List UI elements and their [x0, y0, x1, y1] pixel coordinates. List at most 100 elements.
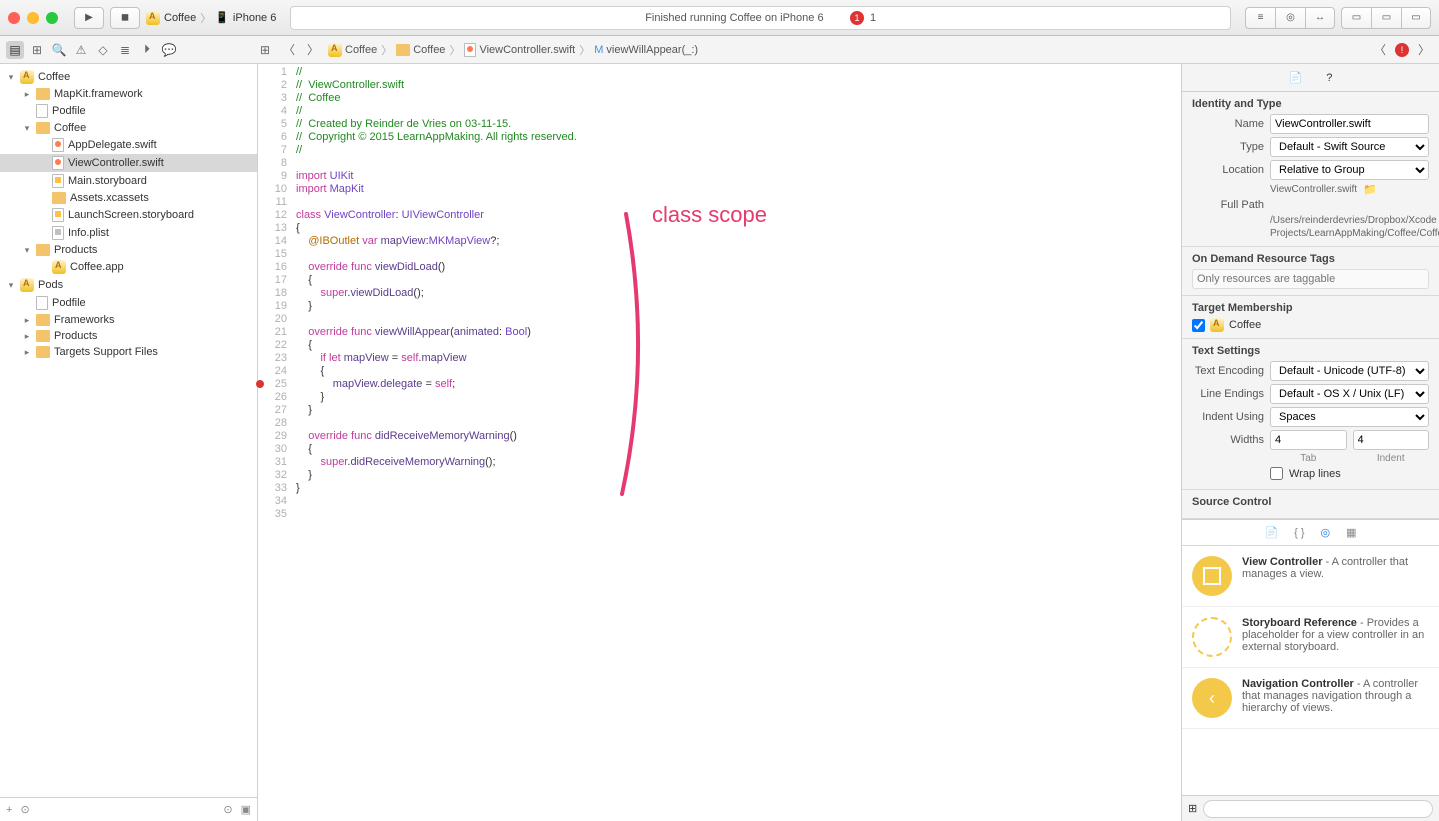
- quick-help-tab[interactable]: ?: [1326, 72, 1332, 84]
- file-icon: [36, 296, 48, 310]
- forward-button[interactable]: 〉: [304, 41, 322, 59]
- tab-width-field[interactable]: [1270, 430, 1347, 450]
- encoding-select[interactable]: Default - Unicode (UTF-8): [1270, 361, 1429, 381]
- app-icon: [52, 260, 66, 274]
- disclosure-icon[interactable]: ▾: [22, 123, 32, 134]
- swift-icon: [52, 156, 64, 170]
- nav-item[interactable]: Assets.xcassets: [0, 190, 257, 206]
- library-item-icon: ‹: [1192, 678, 1232, 718]
- filter-icon[interactable]: ⊙: [20, 803, 29, 816]
- disclosure-icon[interactable]: ▸: [22, 347, 32, 358]
- resource-tags-field[interactable]: [1192, 269, 1429, 289]
- nav-item[interactable]: ▾Products: [0, 242, 257, 258]
- type-select[interactable]: Default - Swift Source: [1270, 137, 1429, 157]
- disclosure-icon[interactable]: ▾: [6, 280, 16, 291]
- project-navigator: ▾Coffee▸MapKit.frameworkPodfile▾CoffeeAp…: [0, 64, 258, 821]
- line-gutter: 1234567891011121314151617181920212223242…: [258, 64, 292, 821]
- location-select[interactable]: Relative to Group: [1270, 160, 1429, 180]
- nav-item[interactable]: ViewController.swift: [0, 154, 257, 172]
- issue-indicator[interactable]: !: [1395, 43, 1409, 57]
- scm-filter[interactable]: ▣: [241, 803, 251, 816]
- issue-nav-tab[interactable]: ⚠: [72, 41, 90, 59]
- file-templates-tab[interactable]: 📄: [1264, 526, 1278, 539]
- test-nav-tab[interactable]: ◇: [94, 41, 112, 59]
- find-nav-tab[interactable]: 🔍: [50, 41, 68, 59]
- nav-item[interactable]: ▾Pods: [0, 276, 257, 294]
- library-item[interactable]: Storyboard Reference - Provides a placeh…: [1182, 607, 1439, 668]
- standard-editor-button[interactable]: ≡: [1245, 7, 1275, 29]
- app-icon: [328, 43, 342, 57]
- object-library-tab[interactable]: ◎: [1321, 526, 1331, 539]
- library-filter[interactable]: [1203, 800, 1433, 818]
- toggle-inspector-button[interactable]: ▭: [1401, 7, 1431, 29]
- scheme-device: iPhone 6: [233, 12, 276, 24]
- file-inspector-tab[interactable]: 📄: [1289, 71, 1303, 84]
- file-icon: [36, 104, 48, 118]
- inspector-tabs: 📄 ?: [1182, 64, 1439, 92]
- nav-item[interactable]: Podfile: [0, 294, 257, 312]
- nav-item[interactable]: Main.storyboard: [0, 172, 257, 190]
- nav-item[interactable]: ▸Products: [0, 328, 257, 344]
- related-items-icon[interactable]: ⊞: [256, 41, 274, 59]
- toggle-navigator-button[interactable]: ▭: [1341, 7, 1371, 29]
- library-item[interactable]: ‹Navigation Controller - A controller th…: [1182, 668, 1439, 729]
- nav-item[interactable]: LaunchScreen.storyboard: [0, 206, 257, 224]
- swift-icon: [52, 138, 64, 152]
- media-library-tab[interactable]: ▦: [1346, 526, 1356, 539]
- disclosure-icon[interactable]: ▸: [22, 89, 32, 100]
- breakpoint-nav-tab[interactable]: ⏵: [138, 41, 156, 59]
- nav-item[interactable]: ▸MapKit.framework: [0, 86, 257, 102]
- nav-item[interactable]: Coffee.app: [0, 258, 257, 276]
- grid-view-icon[interactable]: ⊞: [1188, 802, 1197, 815]
- indent-width-field[interactable]: [1353, 430, 1430, 450]
- next-issue-button[interactable]: 〉: [1415, 41, 1433, 59]
- wrap-lines-checkbox[interactable]: [1270, 467, 1283, 480]
- zoom-window[interactable]: [46, 12, 58, 24]
- add-button[interactable]: +: [6, 804, 12, 816]
- location-file: ViewController.swift: [1270, 184, 1357, 195]
- nav-item[interactable]: Info.plist: [0, 224, 257, 242]
- scheme-selector[interactable]: Coffee 〉 📱 iPhone 6: [146, 10, 276, 26]
- error-badge[interactable]: 1: [850, 11, 864, 25]
- disclosure-icon[interactable]: ▸: [22, 331, 32, 342]
- disclosure-icon[interactable]: ▾: [22, 245, 32, 256]
- code-area[interactable]: //// ViewController.swift// Coffee//// C…: [292, 64, 1181, 821]
- line-endings-select[interactable]: Default - OS X / Unix (LF): [1270, 384, 1429, 404]
- version-editor-button[interactable]: ↔: [1305, 7, 1335, 29]
- minimize-window[interactable]: [27, 12, 39, 24]
- stop-button[interactable]: ◼: [110, 7, 140, 29]
- nav-item[interactable]: ▸Frameworks: [0, 312, 257, 328]
- nav-item[interactable]: ▸Targets Support Files: [0, 344, 257, 360]
- library-item[interactable]: View Controller - A controller that mana…: [1182, 546, 1439, 607]
- code-snippets-tab[interactable]: { }: [1294, 527, 1304, 539]
- project-nav-tab[interactable]: ▤: [6, 41, 24, 59]
- app-icon: [20, 278, 34, 292]
- nav-item[interactable]: Podfile: [0, 102, 257, 120]
- toggle-debug-button[interactable]: ▭: [1371, 7, 1401, 29]
- library-item-icon: [1192, 556, 1232, 596]
- debug-nav-tab[interactable]: ≣: [116, 41, 134, 59]
- assistant-editor-button[interactable]: ◎: [1275, 7, 1305, 29]
- prev-issue-button[interactable]: 〈: [1371, 41, 1389, 59]
- inspector-panel: 📄 ? Identity and Type Name TypeDefault -…: [1181, 64, 1439, 821]
- nav-item[interactable]: AppDelegate.swift: [0, 136, 257, 154]
- disclosure-icon[interactable]: ▸: [22, 315, 32, 326]
- recent-filter[interactable]: ⊙: [223, 803, 232, 816]
- report-nav-tab[interactable]: 💬: [160, 41, 178, 59]
- nav-item[interactable]: ▾Coffee: [0, 120, 257, 136]
- nav-item-label: Info.plist: [68, 227, 109, 239]
- name-field[interactable]: [1270, 114, 1429, 134]
- nav-item[interactable]: ▾Coffee: [0, 68, 257, 86]
- annotation-label: class scope: [652, 208, 767, 221]
- symbol-nav-tab[interactable]: ⊞: [28, 41, 46, 59]
- code-editor[interactable]: 1234567891011121314151617181920212223242…: [258, 64, 1181, 821]
- run-button[interactable]: ▶: [74, 7, 104, 29]
- device-icon: 📱: [215, 11, 229, 24]
- indent-select[interactable]: Spaces: [1270, 407, 1429, 427]
- jump-bar[interactable]: Coffee 〉 Coffee 〉 ViewController.swift 〉…: [328, 42, 1365, 58]
- close-window[interactable]: [8, 12, 20, 24]
- folder-icon[interactable]: 📁: [1363, 183, 1377, 196]
- back-button[interactable]: 〈: [280, 41, 298, 59]
- target-checkbox[interactable]: [1192, 319, 1205, 332]
- disclosure-icon[interactable]: ▾: [6, 72, 16, 83]
